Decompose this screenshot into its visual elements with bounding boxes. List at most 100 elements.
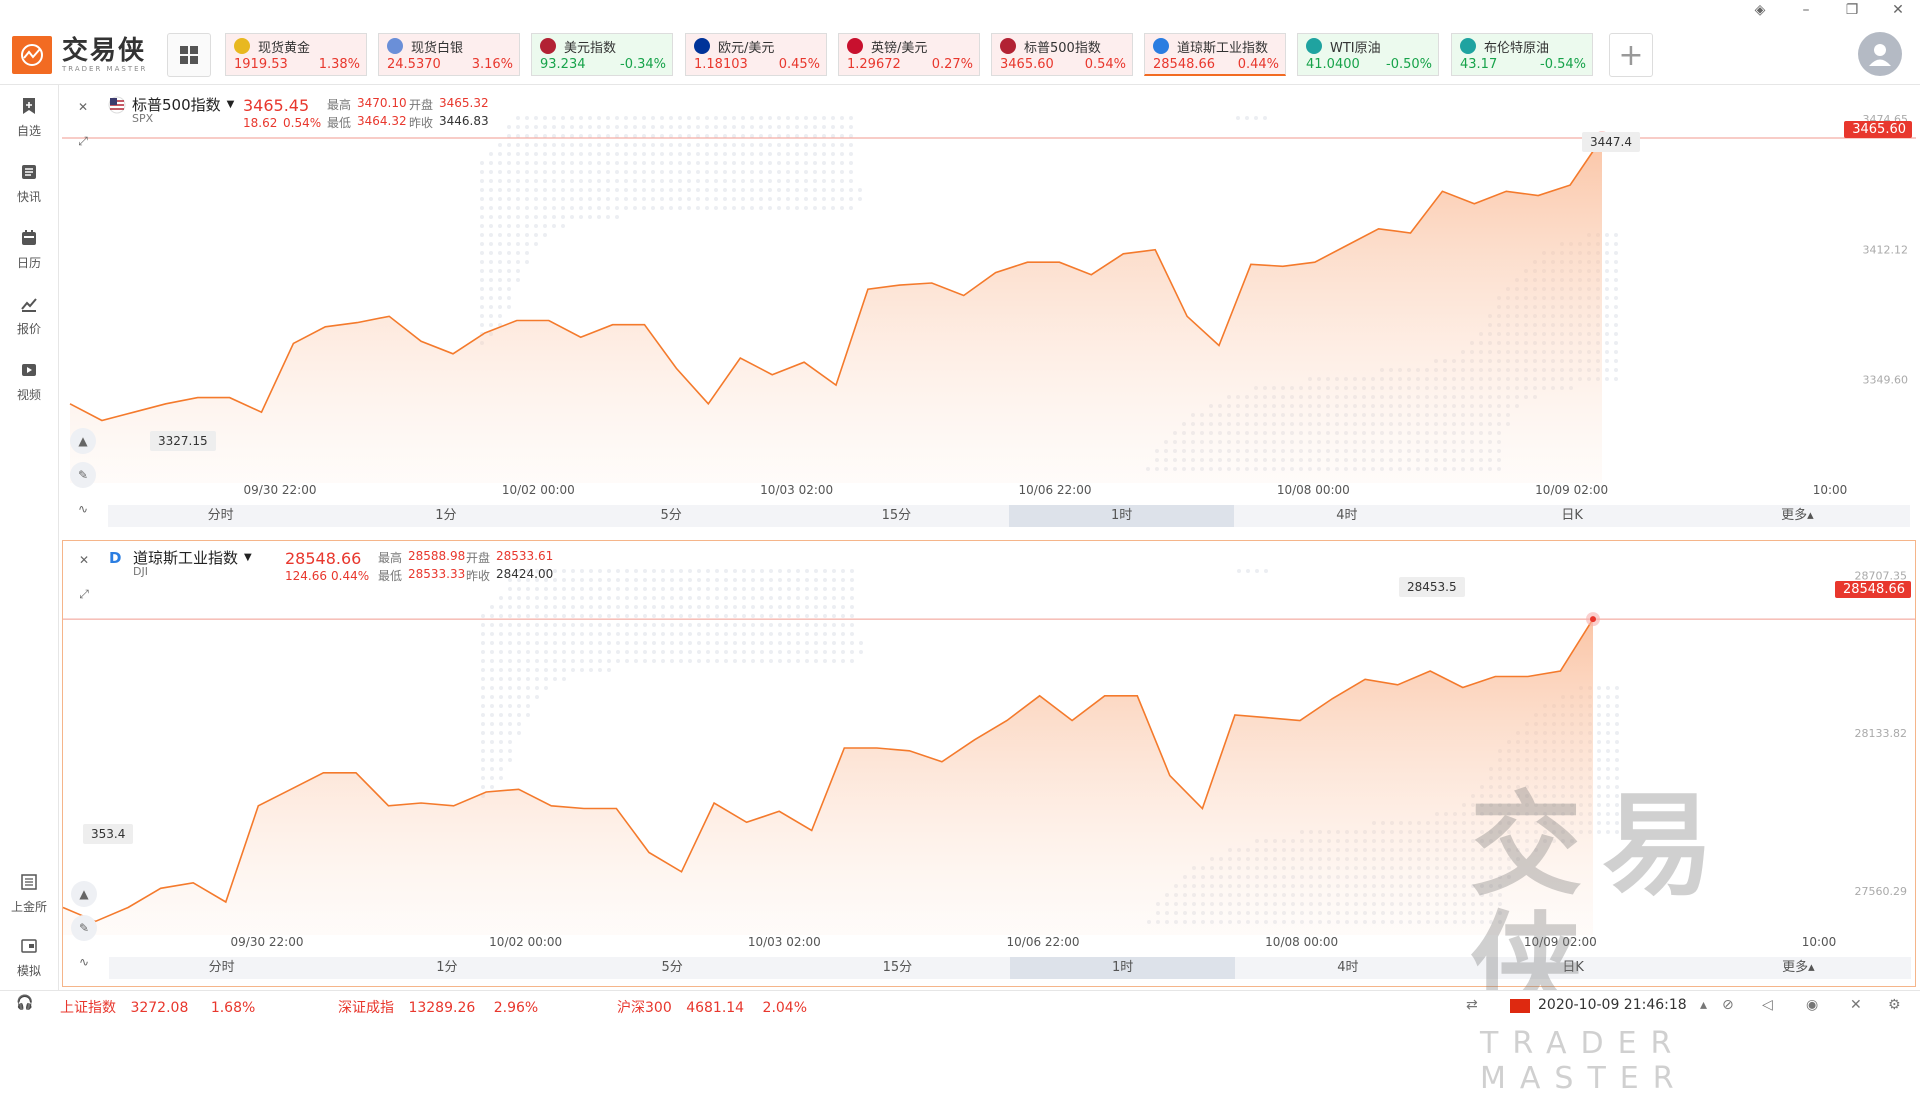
draw-tool-button[interactable]: ✎	[70, 462, 96, 488]
index-value: 13289.26	[408, 1000, 476, 1016]
caret-up-icon[interactable]: ▴	[1700, 997, 1707, 1013]
sidebar-item-simulate[interactable]: 模拟	[0, 937, 58, 979]
sidebar-item-watchlist[interactable]: 自选	[0, 97, 58, 139]
index-pct: 2.04%	[762, 1000, 808, 1016]
timeframe-option[interactable]: 1时	[1010, 957, 1236, 979]
ticker-price: 1.18103	[694, 57, 748, 72]
close-panel-button[interactable]: ✕	[70, 94, 96, 120]
ticker-card[interactable]: 标普500指数 3465.60 0.54%	[991, 33, 1133, 76]
indicator-button[interactable]: ∿	[71, 949, 97, 975]
mountain-icon: ▲	[79, 887, 89, 901]
instrument-symbol: DJI	[133, 565, 148, 578]
clock-datetime: 2020-10-09 21:46:18	[1538, 997, 1687, 1013]
sidebar: 自选 快讯 日历 报价 视频 上金所 模拟	[0, 85, 59, 990]
timeframe-option[interactable]: 5分	[559, 505, 784, 527]
pencil-icon: ✎	[77, 468, 89, 482]
add-ticker-button[interactable]: +	[1609, 33, 1653, 77]
timeframe-option[interactable]: 4时	[1234, 505, 1459, 527]
index-value: 4681.14	[686, 1000, 745, 1016]
ticker-name: 美元指数	[564, 40, 617, 56]
price-area-fill	[63, 619, 1593, 935]
ticker-card[interactable]: 现货白银 24.5370 3.16%	[378, 33, 520, 76]
close-icon: ✕	[77, 100, 89, 114]
ticker-card[interactable]: WTI原油 41.0400 -0.50%	[1297, 33, 1439, 76]
close-icon: ✕	[78, 553, 90, 567]
sidebar-item-sge[interactable]: 上金所	[0, 873, 58, 915]
skin-icon[interactable]: ◈	[1746, 2, 1774, 18]
timeframe-option[interactable]: 分时	[108, 505, 333, 527]
timeframe-option[interactable]: 5分	[560, 957, 785, 979]
expand-icon: ⤢	[79, 586, 89, 601]
draw-tool-button[interactable]: ✎	[71, 915, 97, 941]
timeframe-option[interactable]: 1分	[333, 505, 558, 527]
timeframe-option[interactable]: 4时	[1235, 957, 1460, 979]
restore-icon[interactable]: ❐	[1838, 2, 1866, 18]
x-axis-tick-label: 09/30 22:00	[244, 483, 317, 497]
close-panel-button[interactable]: ✕	[71, 547, 97, 573]
china-flag-icon	[1510, 999, 1530, 1013]
max-price-tooltip: 3447.4	[1582, 132, 1640, 152]
headset-icon[interactable]: 🎧	[16, 995, 33, 1011]
mute-icon[interactable]: ✕	[1850, 997, 1862, 1013]
ticker-card[interactable]: 布伦特原油 43.17 -0.54%	[1451, 33, 1593, 76]
watermark: 交易侠 TRADER MASTER	[1470, 786, 1850, 1096]
camera-icon[interactable]: ◉	[1806, 997, 1818, 1013]
low-label: 最低	[378, 569, 403, 583]
timeframe-option[interactable]: 1分	[334, 957, 559, 979]
timeframe-option[interactable]: 1时	[1009, 505, 1235, 527]
expand-panel-button[interactable]: ⤢	[70, 128, 96, 154]
translate-icon[interactable]: ⇄	[1466, 997, 1478, 1013]
timeframe-option[interactable]: 更多▴	[1685, 505, 1910, 527]
timeframe-option[interactable]: 15分	[785, 957, 1010, 979]
y-axis-tick-label: 3412.12	[1863, 243, 1909, 256]
ticker-price: 24.5370	[387, 57, 441, 72]
us-flag-icon	[540, 38, 556, 54]
plus-icon: +	[1618, 37, 1644, 73]
open-label: 开盘	[409, 98, 434, 112]
instrument-selector[interactable]: D 道琼斯工业指数 ▼	[109, 547, 252, 568]
instrument-selector[interactable]: 标普500指数 ▼	[108, 94, 234, 115]
price-chart-spx[interactable]: 3474.653412.123349.6009/30 22:00 10/02 00…	[62, 88, 1916, 534]
settings-icon[interactable]: ⚙	[1888, 997, 1901, 1013]
ticker-change: -0.54%	[1540, 57, 1586, 72]
chart-type-button[interactable]: ▲	[71, 881, 97, 907]
no-image-icon[interactable]: ⊘	[1722, 997, 1734, 1013]
index-sh[interactable]: 上证指数 3272.08 1.68%	[60, 997, 255, 1017]
timeframe-option[interactable]: 15分	[784, 505, 1009, 527]
watermark-subtext: TRADER MASTER	[1480, 1026, 1688, 1096]
close-window-icon[interactable]: ✕	[1884, 2, 1912, 18]
mountain-icon: ▲	[78, 434, 88, 448]
sidebar-item-calendar[interactable]: 日历	[0, 229, 58, 271]
instrument-symbol: SPX	[132, 112, 154, 125]
ticker-card[interactable]: 英镑/美元 1.29672 0.27%	[838, 33, 980, 76]
expand-panel-button[interactable]: ⤢	[71, 581, 97, 607]
chart-type-button[interactable]: ▲	[70, 428, 96, 454]
sidebar-item-news[interactable]: 快讯	[0, 163, 58, 205]
ticker-card[interactable]: 美元指数 93.234 -0.34%	[531, 33, 673, 76]
index-sz[interactable]: 深证成指 13289.26 2.96%	[338, 997, 538, 1017]
grid-icon	[180, 46, 198, 64]
sound-off-icon[interactable]: ◁	[1762, 997, 1773, 1013]
max-price-tooltip: 28453.5	[1399, 577, 1465, 597]
ticker-name: 现货白银	[411, 40, 464, 56]
timeframe-option[interactable]: 分时	[109, 957, 334, 979]
index-name: 深证成指	[338, 1000, 394, 1016]
ticker-card[interactable]: 欧元/美元 1.18103 0.45%	[685, 33, 827, 76]
timeframe-option[interactable]: 日K	[1460, 505, 1685, 527]
prev-close-label: 昨收	[409, 116, 434, 130]
ticker-card[interactable]: 现货黄金 1919.53 1.38%	[225, 33, 367, 76]
layout-grid-button[interactable]	[167, 33, 211, 77]
prev-close-value: 3446.83	[439, 114, 489, 128]
index-hs300[interactable]: 沪深300 4681.14 2.04%	[617, 997, 807, 1017]
minimize-icon[interactable]: –	[1792, 2, 1820, 18]
indicator-button[interactable]: ∿	[70, 496, 96, 522]
user-avatar[interactable]	[1858, 32, 1902, 76]
sidebar-item-video[interactable]: 视频	[0, 361, 58, 403]
ticker-change: 0.54%	[1084, 57, 1126, 72]
logo-subtext: TRADER MASTER	[62, 65, 148, 73]
ticker-price: 41.0400	[1306, 57, 1360, 72]
ticker-change: -0.50%	[1386, 57, 1432, 72]
x-axis-tick-label: 10/03 02:00	[748, 935, 821, 949]
ticker-card[interactable]: 道琼斯工业指数 28548.66 0.44%	[1144, 33, 1286, 76]
sidebar-item-quotes[interactable]: 报价	[0, 295, 58, 337]
